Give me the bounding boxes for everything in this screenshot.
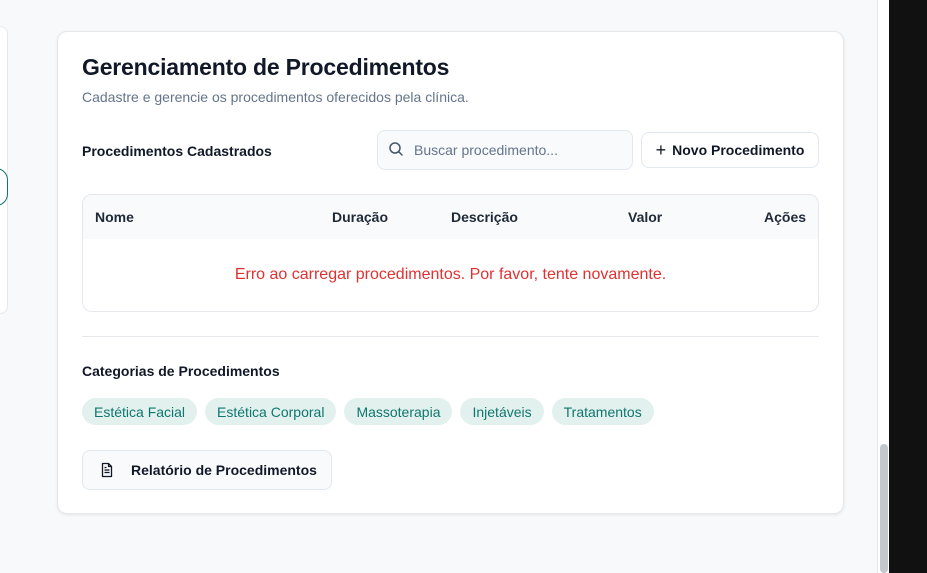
category-chip-estetica-facial[interactable]: Estética Facial [82,398,198,425]
table-error-message: Erro ao carregar procedimentos. Por favo… [234,266,667,283]
procedures-report-button[interactable]: Relatório de Procedimentos [82,450,332,490]
procedures-list-label: Procedimentos Cadastrados [82,143,272,159]
report-button-label: Relatório de Procedimentos [131,462,317,478]
page-title: Gerenciamento de Procedimentos [82,54,450,80]
search-input[interactable] [414,131,624,169]
new-procedure-label: Novo Procedimento [672,142,805,158]
document-icon [101,462,113,478]
plus-icon: + [655,140,667,160]
new-procedure-button[interactable]: + Novo Procedimento [641,132,819,168]
category-chip-massoterapia[interactable]: Massoterapia [344,398,453,425]
procedures-table: Nome Duração Descrição Valor Ações Erro … [82,194,819,312]
column-header-nome[interactable]: Nome [95,209,134,225]
page-subtitle: Cadastre e gerencie os procedimentos ofe… [82,89,469,105]
scrollbar-thumb[interactable] [880,444,888,573]
procedures-card: Gerenciamento de Procedimentos Cadastre … [57,31,844,514]
categories-label: Categorias de Procedimentos [82,363,280,379]
column-header-acoes: Ações [764,209,807,225]
search-box[interactable] [377,130,633,170]
section-divider [82,336,819,337]
table-header: Nome Duração Descrição Valor Ações [83,195,818,239]
column-header-duracao[interactable]: Duração [332,209,388,225]
category-chip-tratamentos[interactable]: Tratamentos [551,398,654,425]
column-header-descricao[interactable]: Descrição [451,209,518,225]
category-chips: Estética Facial Estética Corporal Massot… [82,398,654,425]
category-chip-injetaveis[interactable]: Injetáveis [460,398,544,425]
search-icon [389,142,403,156]
category-chip-estetica-corporal[interactable]: Estética Corporal [205,398,337,425]
column-header-valor[interactable]: Valor [628,209,662,225]
